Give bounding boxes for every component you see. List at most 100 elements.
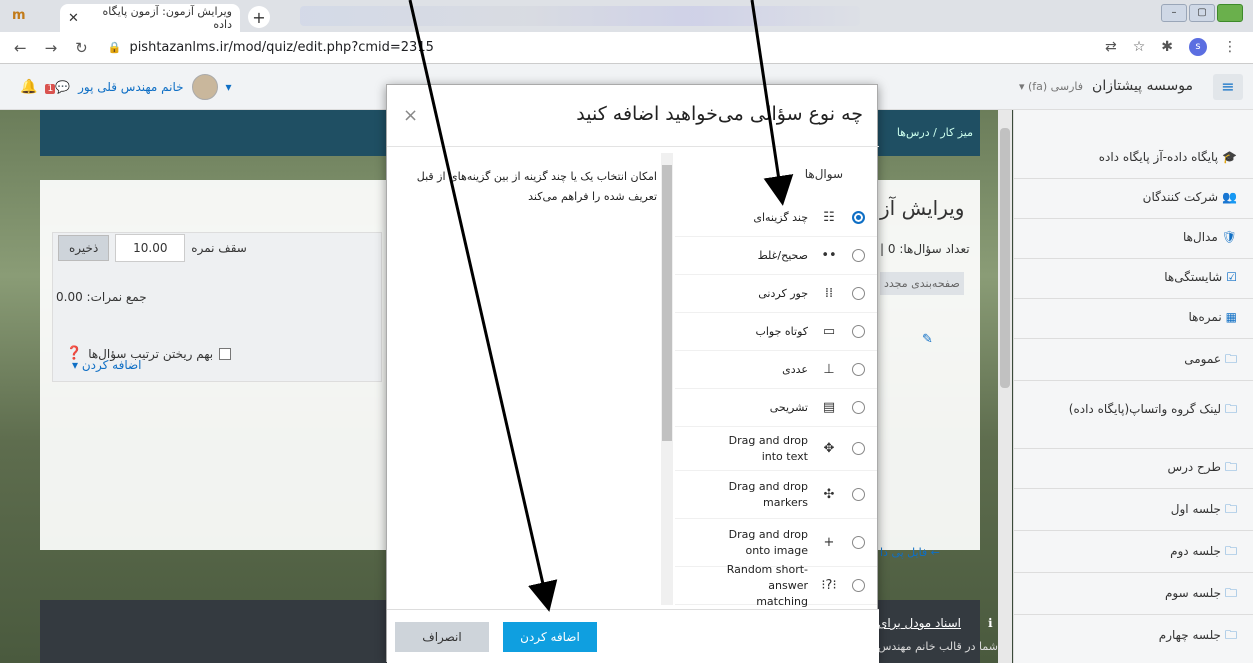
question-type-radio[interactable] xyxy=(852,211,865,224)
sidebar-item[interactable]: 🗀جلسه اول xyxy=(1027,500,1237,518)
modal-header: چه نوع سؤالی می‌خواهید اضافه کنید × xyxy=(387,85,879,147)
menu-dots-icon[interactable]: ⋮ xyxy=(1223,39,1237,55)
scrollbar-thumb[interactable] xyxy=(1000,128,1010,388)
sidebar-item-label: جلسه سوم xyxy=(1164,586,1221,600)
question-type-label: Drag and drop onto image xyxy=(728,527,808,557)
profile-avatar[interactable]: s xyxy=(1189,38,1207,56)
modal-footer: اضافه کردن انصراف xyxy=(387,609,879,663)
extensions-icon[interactable]: ✱ xyxy=(1161,39,1173,55)
maximize-icon[interactable]: ▢ xyxy=(1189,4,1215,22)
sidebar-item[interactable]: 🛡مدال‌ها xyxy=(1027,228,1237,246)
sidebar: 🎓پایگاه داده-آز پایگاه داده 👥شرکت کنندگان… xyxy=(1013,110,1253,663)
question-type-radio[interactable] xyxy=(852,442,865,455)
question-type-radio[interactable] xyxy=(852,536,865,549)
grid-dots-icon: ⁞⁞ xyxy=(824,286,834,301)
question-type-label: عددی xyxy=(782,362,808,376)
question-type-radio[interactable] xyxy=(852,249,865,262)
footer-text: شما در قالب خانم مهندس xyxy=(878,640,998,653)
sidebar-item[interactable]: 🗀جلسه سوم xyxy=(1027,584,1237,602)
language-menu[interactable]: فارسی (fa) ▾ xyxy=(1019,80,1083,93)
message-badge: 1 xyxy=(45,84,56,94)
forward-icon[interactable]: → xyxy=(45,39,58,57)
question-type-option[interactable]: + Drag and drop onto image xyxy=(675,519,877,567)
sidebar-item[interactable]: ▦نمره‌ها xyxy=(1027,308,1237,326)
back-icon[interactable]: ← xyxy=(14,39,27,57)
sidebar-item[interactable]: ☑شایستگی‌ها xyxy=(1027,268,1237,286)
message-icon[interactable]: 💬1 xyxy=(45,80,70,94)
sidebar-divider xyxy=(1013,530,1253,531)
tab-close-icon[interactable]: ✕ xyxy=(68,11,79,26)
sidebar-item[interactable]: 🗀جلسه چهارم xyxy=(1027,626,1237,644)
random-icon: ⁝?⁝ xyxy=(821,578,837,593)
question-type-option[interactable]: ☷ چند گزینه‌ای xyxy=(675,199,877,237)
short-box-icon: ▭ xyxy=(822,324,836,339)
breadcrumb[interactable]: میز کار / درس‌ها xyxy=(897,126,973,139)
sidebar-item-icon: 🎓 xyxy=(1222,150,1237,164)
sidebar-item[interactable]: 🎓پایگاه داده-آز پایگاه داده xyxy=(1027,148,1237,166)
minimize-icon[interactable]: – xyxy=(1161,4,1187,22)
reload-icon[interactable]: ↻ xyxy=(75,39,88,57)
question-type-option[interactable]: ✥ Drag and drop into text xyxy=(675,427,877,471)
add-button[interactable]: اضافه کردن xyxy=(503,622,597,652)
list-icon: ☷ xyxy=(823,210,835,225)
question-type-radio[interactable] xyxy=(852,363,865,376)
star-icon[interactable]: ☆ xyxy=(1133,39,1146,55)
sidebar-item-label: مدال‌ها xyxy=(1183,230,1218,244)
user-menu[interactable]: ▾ خانم مهندس قلی پور 💬1 🔔 xyxy=(20,74,232,100)
question-type-option[interactable]: ▭ کوتاه جواب xyxy=(675,313,877,351)
question-type-radio[interactable] xyxy=(852,401,865,414)
question-type-option[interactable]: ⁝?⁝ Random short-answer matching xyxy=(675,563,877,608)
new-tab-button[interactable]: + xyxy=(248,6,270,28)
question-type-option[interactable]: ▤ تشریحی xyxy=(675,389,877,427)
modal-title: چه نوع سؤالی می‌خواهید اضافه کنید xyxy=(576,103,863,125)
sidebar-item-label: جلسه اول xyxy=(1170,502,1221,516)
question-type-radio[interactable] xyxy=(852,287,865,300)
sidebar-item[interactable]: 👥شرکت کنندگان xyxy=(1027,188,1237,206)
pencil-icon[interactable]: ✎ xyxy=(922,332,933,347)
browser-tabbar: m ✕ ویرایش آزمون: آزمون پایگاه داده + – … xyxy=(0,0,1253,32)
shuffle-checkbox[interactable] xyxy=(219,347,232,360)
sidebar-divider xyxy=(1013,614,1253,615)
url-field[interactable]: 🔒 pishtazanlms.ir/mod/quiz/edit.php?cmid… xyxy=(108,40,434,55)
scrollbar-thumb[interactable] xyxy=(662,165,672,441)
browser-tab[interactable]: ✕ ویرایش آزمون: آزمون پایگاه داده xyxy=(60,4,240,32)
sidebar-divider xyxy=(1013,380,1253,381)
sidebar-item[interactable]: 🗀جلسه دوم xyxy=(1027,542,1237,560)
question-type-radio[interactable] xyxy=(852,579,865,592)
question-type-label: کوتاه جواب xyxy=(755,324,809,338)
questions-header: سوال‌ها xyxy=(804,167,843,181)
repaginate-button[interactable]: صفحه‌بندی مجدد xyxy=(880,272,964,295)
bell-icon[interactable]: 🔔 xyxy=(20,79,37,95)
question-type-label: Drag and drop markers xyxy=(728,479,808,509)
sidebar-item-icon: 🗀 xyxy=(1224,460,1237,474)
sidebar-scrollbar[interactable] xyxy=(998,110,1012,663)
site-brand[interactable]: موسسه پیشتازان xyxy=(1092,78,1193,94)
sidebar-divider xyxy=(1013,572,1253,573)
sidebar-item[interactable]: 🗀لینک گروه واتساپ(پایگاه داده) xyxy=(1027,400,1237,418)
sidebar-item[interactable]: 🗀طرح درس xyxy=(1027,458,1237,476)
question-type-option[interactable]: ⊥ عددی xyxy=(675,351,877,389)
close-icon[interactable]: × xyxy=(403,105,418,126)
sidebar-item[interactable]: 🗀عمومی xyxy=(1027,350,1237,368)
max-grade-input[interactable]: 10.00 xyxy=(115,234,186,262)
add-menu[interactable]: اضافه کردن ▾ xyxy=(72,358,142,372)
question-type-option[interactable]: ✣ Drag and drop markers xyxy=(675,471,877,519)
save-button[interactable]: ذخیره xyxy=(58,235,110,261)
options-scrollbar[interactable] xyxy=(661,153,673,605)
question-type-radio[interactable] xyxy=(852,325,865,338)
sidebar-item-icon: 🗀 xyxy=(1224,502,1237,516)
cancel-button[interactable]: انصراف xyxy=(395,622,489,652)
question-type-label: صحیح/غلط xyxy=(757,248,808,262)
close-window-icon[interactable] xyxy=(1217,4,1243,22)
question-type-radio[interactable] xyxy=(852,488,865,501)
translate-icon[interactable]: ⇄ xyxy=(1105,39,1117,55)
sidebar-item-label: شایستگی‌ها xyxy=(1164,270,1223,284)
question-type-modal: چه نوع سؤالی می‌خواهید اضافه کنید × امکا… xyxy=(386,84,879,663)
file-link[interactable]: ← فایل پی دا xyxy=(880,546,940,559)
question-type-label: جور کردنی xyxy=(758,286,808,300)
footer-link[interactable]: اسناد مودل برای xyxy=(878,616,961,630)
question-type-option[interactable]: •• صحیح/غلط xyxy=(675,237,877,275)
question-type-option[interactable]: ⁞⁞ جور کردنی xyxy=(675,275,877,313)
hamburger-icon[interactable]: ≡ xyxy=(1213,74,1243,100)
grade-row: سقف نمره 10.00 ذخیره xyxy=(58,234,247,262)
